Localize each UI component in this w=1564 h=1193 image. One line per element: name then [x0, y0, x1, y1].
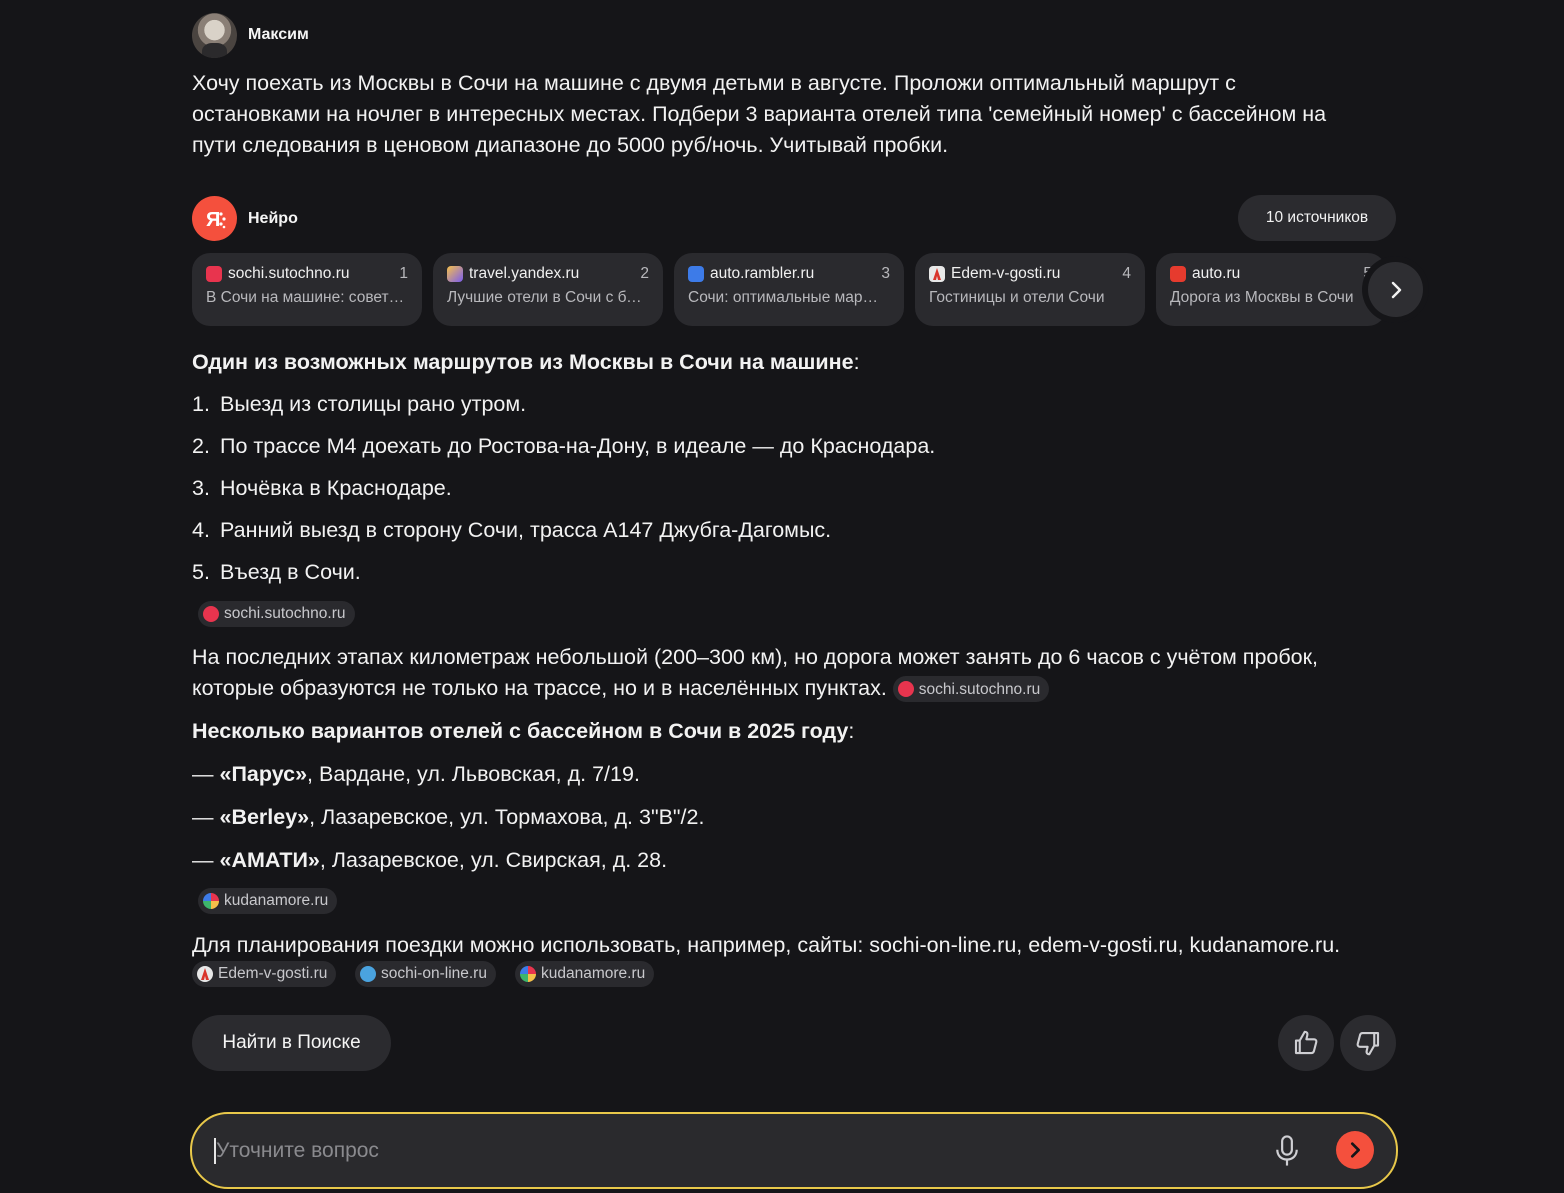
sources-count-button[interactable]: 10 источников [1238, 195, 1396, 241]
source-chip[interactable]: sochi.sutochno.ru [892, 676, 1050, 703]
svg-text:Я: Я [206, 209, 220, 231]
source-domain: sochi.sutochno.ru [228, 265, 350, 282]
neuro-logo-icon: Я [192, 196, 237, 241]
like-button[interactable] [1278, 1015, 1334, 1071]
sutochno-icon [206, 266, 222, 282]
source-domain: travel.yandex.ru [469, 265, 580, 282]
find-in-search-button[interactable]: Найти в Поиске [192, 1015, 391, 1071]
hotels-heading: Несколько вариантов отелей с бассейном в… [192, 719, 855, 743]
rambler-icon [688, 266, 704, 282]
source-chip[interactable]: sochi.sutochno.ru [198, 601, 355, 627]
source-domain: Edem-v-gosti.ru [951, 265, 1061, 282]
source-chip[interactable]: sochi-on-line.ru [355, 961, 496, 987]
source-chip[interactable]: Edem-v-gosti.ru [192, 961, 337, 987]
cards-next-button[interactable] [1368, 262, 1423, 317]
assistant-name: Нейро [248, 209, 298, 227]
source-card[interactable]: Edem-v-gosti.ru 4 Гостиницы и отели Сочи [915, 253, 1145, 326]
source-chip[interactable]: kudanamore.ru [198, 888, 338, 914]
hotel-item: — «Парус», Вардане, ул. Львовская, д. 7/… [192, 762, 640, 786]
thumbs-up-icon [1294, 1030, 1318, 1055]
user-name: Максим [248, 26, 309, 43]
assistant-header: Я Нейро [192, 196, 298, 241]
user-question: Хочу поехать из Москвы в Сочи на машине … [192, 71, 1327, 157]
route-heading: Один из возможных маршрутов из Москвы в … [192, 350, 860, 374]
source-card[interactable]: auto.rambler.ru 3 Сочи: оптимальные марш… [674, 253, 904, 326]
query-input[interactable] [214, 1114, 1234, 1187]
thumbs-down-icon [1356, 1031, 1380, 1056]
autoru-icon [1170, 266, 1186, 282]
source-number: 1 [399, 265, 408, 282]
source-card[interactable]: auto.ru 5 Дорога из Москвы в Сочи [1156, 253, 1382, 326]
route-step: 2. По трассе М4 доехать до Ростова-на-Дон… [192, 434, 936, 458]
dislike-button[interactable] [1340, 1015, 1396, 1071]
kudanamore-icon [520, 966, 536, 982]
sochi-online-icon [360, 966, 376, 982]
chevron-right-icon [1391, 281, 1401, 298]
source-description: Дорога из Москвы в Сочи [1170, 289, 1354, 306]
send-button[interactable] [1336, 1131, 1374, 1169]
route-step: 3. Ночёвка в Краснодаре. [192, 476, 452, 500]
source-number: 3 [881, 265, 890, 282]
sutochno-icon [897, 681, 914, 698]
kudanamore-icon [203, 893, 219, 909]
source-number: 2 [640, 265, 649, 282]
source-chip[interactable]: kudanamore.ru [515, 961, 655, 987]
source-description: Лучшие отели в Сочи с бассейном [447, 289, 649, 306]
source-cards: sochi.sutochno.ru 1 В Сочи на машине: со… [192, 253, 1382, 326]
source-number: 4 [1122, 265, 1131, 282]
query-box [190, 1112, 1398, 1189]
source-description: Сочи: оптимальные маршруты [688, 289, 890, 306]
route-step: 5. Въезд в Сочи. [192, 560, 361, 584]
edem-icon [929, 266, 945, 282]
yandex-travel-icon [447, 266, 463, 282]
route-step: 1. Выезд из столицы рано утром. [192, 392, 527, 416]
source-domain: auto.ru [1192, 265, 1241, 282]
edem-icon [197, 966, 213, 982]
source-description: Гостиницы и отели Сочи [929, 289, 1105, 306]
source-domain: auto.rambler.ru [710, 265, 815, 282]
source-card[interactable]: sochi.sutochno.ru 1 В Сочи на машине: со… [192, 253, 422, 326]
hotel-item: — «Berley», Лазаревское, ул. Тормахова, … [192, 805, 705, 829]
voice-input-button[interactable] [1267, 1131, 1307, 1171]
planning-paragraph: Для планирования поездки можно использов… [192, 933, 1341, 957]
microphone-icon [1276, 1135, 1298, 1166]
avatar [192, 12, 237, 58]
hotel-item: — «АМАТИ», Лазаревское, ул. Свирская, д.… [192, 848, 668, 872]
route-step: 4. Ранний выезд в сторону Сочи, трасса А1… [192, 518, 832, 542]
traffic-paragraph: На последних этапах километраж небольшой… [192, 642, 1392, 704]
source-description: В Сочи на машине: советы и маршрут [206, 289, 408, 306]
sutochno-icon [203, 606, 219, 622]
source-card[interactable]: travel.yandex.ru 2 Лучшие отели в Сочи с… [433, 253, 663, 326]
chevron-right-icon [1350, 1142, 1360, 1158]
user-header: Максим [192, 12, 309, 58]
text-caret [214, 1138, 216, 1164]
